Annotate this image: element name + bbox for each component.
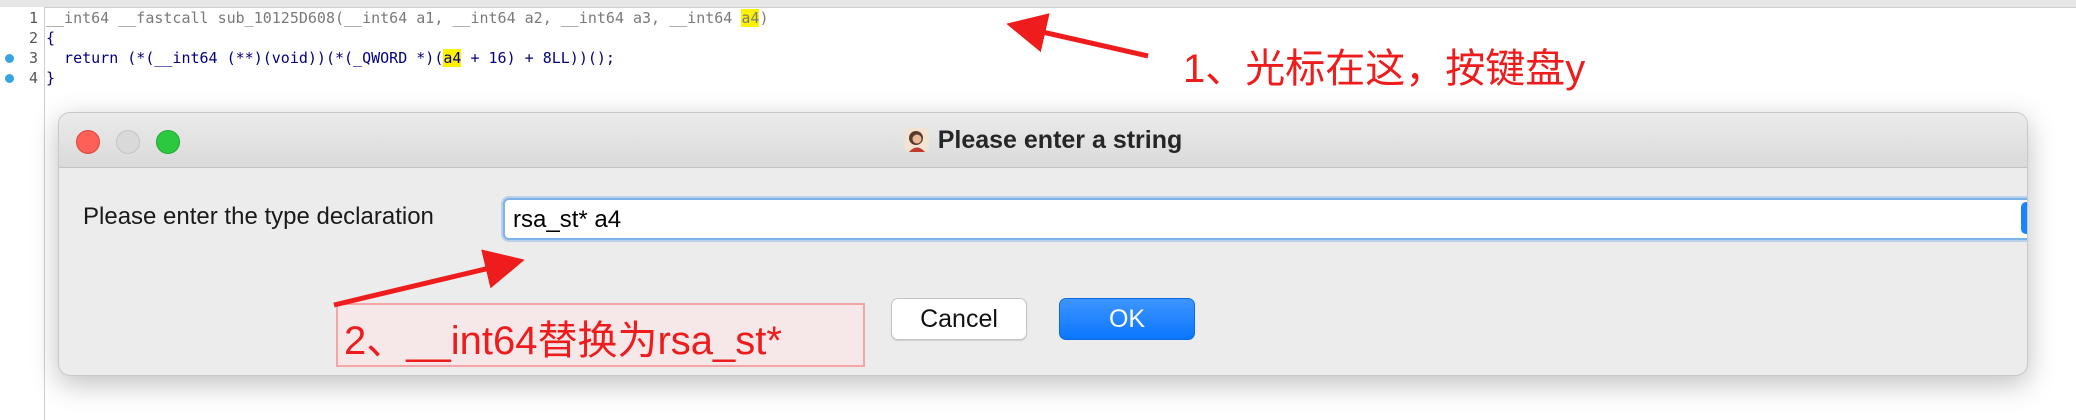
line-number-gutter: 1 2 3 4 [0, 7, 45, 420]
dialog-title-group: Please enter a string [59, 113, 2027, 167]
highlighted-variable[interactable]: a4 [741, 9, 760, 27]
breakpoint-dot-icon[interactable] [5, 74, 14, 83]
annotation-step-2: 2、__int64替换为rsa_st* [344, 319, 782, 363]
breakpoint-dot-icon[interactable] [5, 54, 14, 63]
dialog-titlebar[interactable]: Please enter a string [59, 113, 2027, 168]
type-declaration-combobox[interactable]: rsa_st* a4 [503, 198, 2027, 240]
line-number: 3 [28, 49, 38, 67]
code-text: } [46, 69, 56, 87]
code-text: { [46, 29, 56, 47]
cancel-button[interactable]: Cancel [891, 298, 1027, 340]
annotation-step-1: 1、光标在这，按键盘y [1183, 47, 1586, 91]
editor-top-strip [0, 0, 2076, 8]
code-line-4[interactable]: } [46, 68, 55, 88]
ok-button[interactable]: OK [1059, 298, 1195, 340]
code-line-2[interactable]: { [46, 28, 55, 48]
dialog-title: Please enter a string [937, 125, 1183, 154]
code-line-3[interactable]: return (*(__int64 (**)(void))(*(_QWORD *… [46, 48, 615, 68]
app-portrait-icon [904, 127, 930, 153]
code-text: + 16) + 8LL))(); [461, 49, 615, 67]
line-number: 1 [28, 9, 38, 27]
line-number: 4 [28, 69, 38, 87]
highlighted-variable[interactable]: a4 [443, 49, 462, 67]
type-declaration-label: Please enter the type declaration [83, 203, 434, 230]
code-text: __int64 __fastcall sub_10125D608(__int64… [46, 9, 742, 27]
code-line-1[interactable]: __int64 __fastcall sub_10125D608(__int64… [46, 8, 768, 28]
line-number: 2 [28, 29, 38, 47]
dropdown-button[interactable] [2021, 202, 2027, 234]
code-text: return (*(__int64 (**)(void))(*(_QWORD *… [46, 49, 444, 67]
type-declaration-input[interactable]: rsa_st* a4 [513, 206, 621, 234]
code-text: ) [759, 9, 769, 27]
